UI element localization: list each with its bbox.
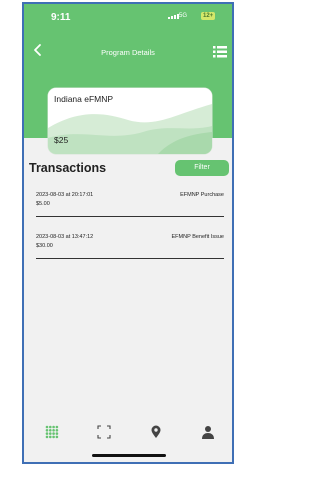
- page-title: Program Details: [101, 48, 155, 57]
- filter-button[interactable]: Filter: [175, 160, 229, 176]
- transaction-type: EFMNP Purchase: [180, 192, 224, 198]
- map-pin-icon: [151, 425, 161, 438]
- tab-bar: [24, 417, 232, 447]
- program-card[interactable]: Indiana eFMNP $25: [48, 88, 212, 154]
- transactions-heading: Transactions: [29, 161, 107, 175]
- transaction-row[interactable]: 2023-08-03 at 20:17:01 EFMNP Purchase $5…: [36, 192, 224, 217]
- tab-locations[interactable]: [147, 423, 165, 441]
- transaction-datetime: 2023-08-03 at 20:17:01: [36, 192, 94, 198]
- home-indicator: [92, 454, 166, 457]
- transaction-datetime: 2023-08-03 at 13:47:12: [36, 234, 94, 240]
- transaction-type: EFMNP Benefit Issue: [171, 234, 224, 240]
- grid-dots-icon: [45, 425, 59, 439]
- user-icon: [202, 426, 214, 439]
- battery-badge: 12+: [201, 12, 216, 20]
- network-type: 5G: [179, 13, 188, 19]
- signal-icon: [168, 14, 179, 19]
- phone-screen: 9:11 5G 12+ Program Details Indiana eFMN…: [22, 2, 234, 464]
- menu-button[interactable]: [213, 45, 227, 58]
- status-time: 9:11: [51, 12, 71, 23]
- program-balance: $25: [54, 135, 69, 145]
- program-name: Indiana eFMNP: [54, 94, 114, 104]
- tab-profile[interactable]: [199, 423, 217, 441]
- transaction-amount: $30.00: [36, 243, 53, 249]
- status-bar: 9:11 5G 12+: [24, 4, 232, 32]
- scan-icon: [97, 425, 111, 439]
- tab-home[interactable]: [43, 423, 61, 441]
- list-icon: [213, 46, 227, 58]
- tab-scan[interactable]: [95, 423, 113, 441]
- transaction-amount: $5.00: [36, 201, 50, 207]
- transaction-row[interactable]: 2023-08-03 at 13:47:12 EFMNP Benefit Iss…: [36, 234, 224, 259]
